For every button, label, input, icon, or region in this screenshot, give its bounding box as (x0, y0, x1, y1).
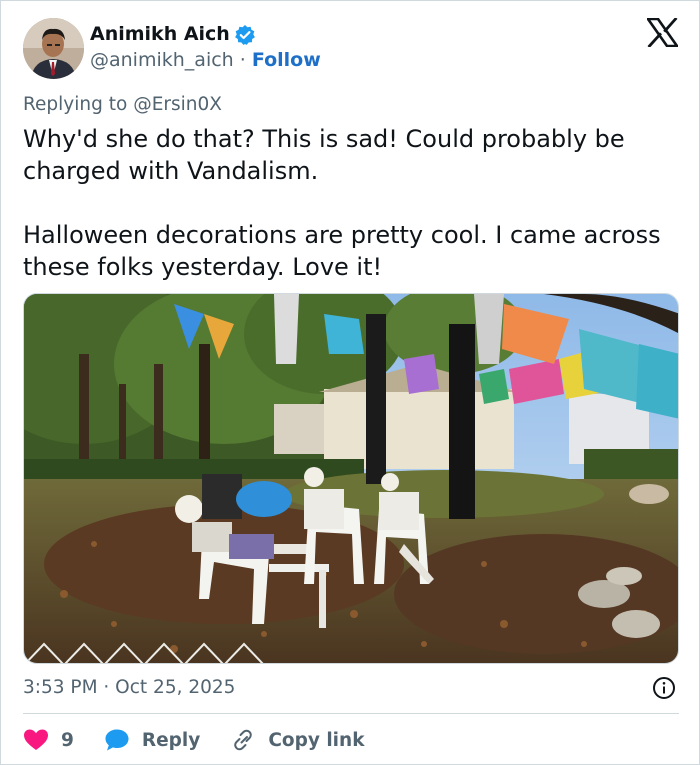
info-icon[interactable] (652, 676, 676, 700)
tweet-text: Why'd she do that? This is sad! Could pr… (23, 125, 661, 281)
like-count: 9 (61, 729, 74, 751)
handle-row: @animikh_aich · Follow (90, 49, 321, 71)
like-button[interactable]: 9 (23, 728, 74, 752)
avatar[interactable] (23, 18, 84, 79)
reply-button[interactable]: Reply (104, 728, 200, 752)
copy-link-button[interactable]: Copy link (230, 728, 365, 752)
replying-to-mention[interactable]: @Ersin0X (133, 94, 222, 115)
replying-to-label: Replying to (23, 94, 128, 115)
divider (23, 713, 679, 714)
author-handle[interactable]: @animikh_aich (90, 49, 234, 71)
timestamp[interactable]: 3:53 PM · Oct 25, 2025 (23, 677, 235, 698)
heart-icon (24, 729, 48, 750)
action-bar: 9 Reply Copy link (23, 726, 395, 754)
tweet-card: Animikh Aich @animikh_aich · Follow Repl… (0, 0, 700, 765)
replying-to: Replying to @Ersin0X (23, 94, 222, 115)
reply-bubble-icon (105, 729, 129, 751)
tweet-photo[interactable] (23, 293, 679, 664)
copy-link-label: Copy link (268, 729, 365, 751)
link-icon (234, 729, 253, 751)
handle-separator: · (239, 49, 246, 71)
x-logo-icon[interactable] (647, 18, 678, 47)
reply-label: Reply (141, 729, 201, 751)
follow-button[interactable]: Follow (252, 49, 321, 71)
verified-badge-icon (235, 25, 255, 45)
author-name[interactable]: Animikh Aich (90, 23, 230, 45)
